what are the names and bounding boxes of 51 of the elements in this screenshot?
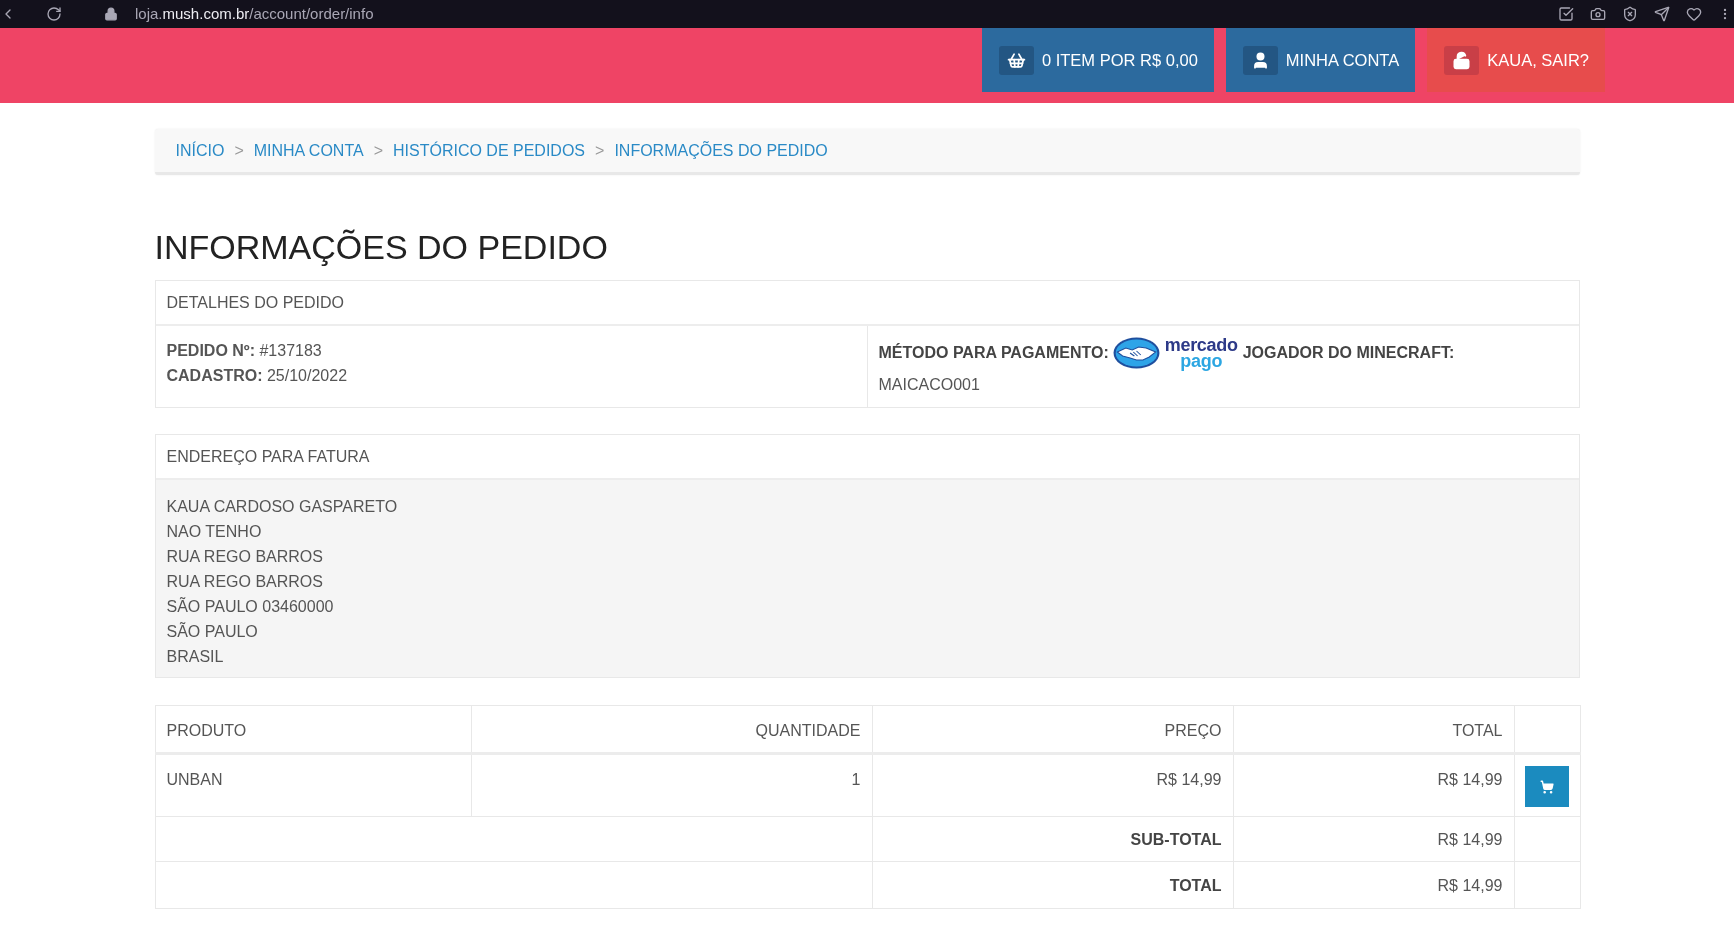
breadcrumb-separator: > bbox=[373, 140, 383, 161]
unlock-icon bbox=[1444, 45, 1480, 75]
column-header: QUANTIDADE bbox=[471, 705, 872, 754]
cart-button[interactable]: 0 ITEM POR R$ 0,00 bbox=[981, 28, 1214, 92]
address-line: RUA REGO BARROS bbox=[166, 572, 323, 592]
column-header: PREÇO bbox=[872, 705, 1233, 754]
send-icon[interactable] bbox=[1654, 6, 1670, 22]
page-title: INFORMAÇÕES DO PEDIDO bbox=[154, 227, 608, 267]
address-line: KAUA CARDOSO GASPARETO bbox=[166, 497, 398, 517]
player-name: MAICACO001 bbox=[878, 375, 980, 395]
breadcrumb-link[interactable]: MINHA CONTA bbox=[253, 138, 364, 163]
payment-method-label: MÉTODO PARA PAGAMENTO: bbox=[878, 342, 1109, 363]
lock-icon bbox=[104, 7, 118, 21]
shield-x-icon[interactable] bbox=[1622, 6, 1638, 22]
handshake-icon bbox=[1112, 337, 1160, 369]
column-header: TOTAL bbox=[1233, 705, 1514, 754]
breadcrumb-link[interactable]: HISTÓRICO DE PEDIDOS bbox=[393, 138, 586, 163]
cart-icon bbox=[1539, 779, 1554, 794]
user-icon bbox=[1242, 45, 1278, 75]
column-header: PRODUTO bbox=[155, 705, 471, 754]
address-line: SÃO PAULO 03460000 bbox=[166, 596, 334, 617]
heart-icon[interactable] bbox=[1686, 6, 1702, 22]
camera-icon[interactable] bbox=[1590, 6, 1606, 22]
table-cell: UNBAN bbox=[155, 753, 471, 817]
basket-icon bbox=[998, 45, 1034, 75]
address-line: NAO TENHO bbox=[166, 522, 262, 542]
address-line: BRASIL bbox=[166, 647, 224, 667]
table-cell: TOTAL bbox=[872, 861, 1233, 909]
order-info-line: PEDIDO Nº: #137183 bbox=[166, 341, 322, 361]
panel-heading: DETALHES DO PEDIDO bbox=[155, 281, 1579, 326]
table-cell: R$ 14,99 bbox=[1233, 753, 1514, 817]
breadcrumb-link[interactable]: INFORMAÇÕES DO PEDIDO bbox=[614, 138, 828, 163]
table-cell: R$ 14,99 bbox=[1233, 861, 1514, 909]
account-button[interactable]: MINHA CONTA bbox=[1225, 28, 1416, 92]
cart-button[interactable] bbox=[1524, 766, 1569, 807]
player-label: JOGADOR DO MINECRAFT: bbox=[1242, 343, 1455, 363]
table-cell: 1 bbox=[471, 753, 872, 817]
table-cell: R$ 14,99 bbox=[872, 753, 1233, 817]
breadcrumb-link[interactable]: INÍCIO bbox=[175, 138, 225, 163]
brand-wordmark: mercado pago bbox=[1164, 337, 1238, 369]
logout-button[interactable]: KAUA, SAIR? bbox=[1427, 28, 1605, 92]
address-line: SÃO PAULO bbox=[166, 621, 258, 642]
check-square-icon[interactable] bbox=[1558, 6, 1574, 22]
table-cell: R$ 14,99 bbox=[1233, 816, 1514, 862]
reload-icon[interactable] bbox=[46, 6, 62, 22]
order-info-line: CADASTRO: 25/10/2022 bbox=[166, 366, 348, 386]
table-cell: SUB-TOTAL bbox=[872, 816, 1233, 862]
address-bar-url[interactable]: loja.mush.com.br/account/order/info bbox=[135, 2, 374, 26]
breadcrumb-separator: > bbox=[595, 140, 605, 161]
breadcrumb-separator: > bbox=[234, 140, 244, 161]
address-line: RUA REGO BARROS bbox=[166, 547, 323, 567]
